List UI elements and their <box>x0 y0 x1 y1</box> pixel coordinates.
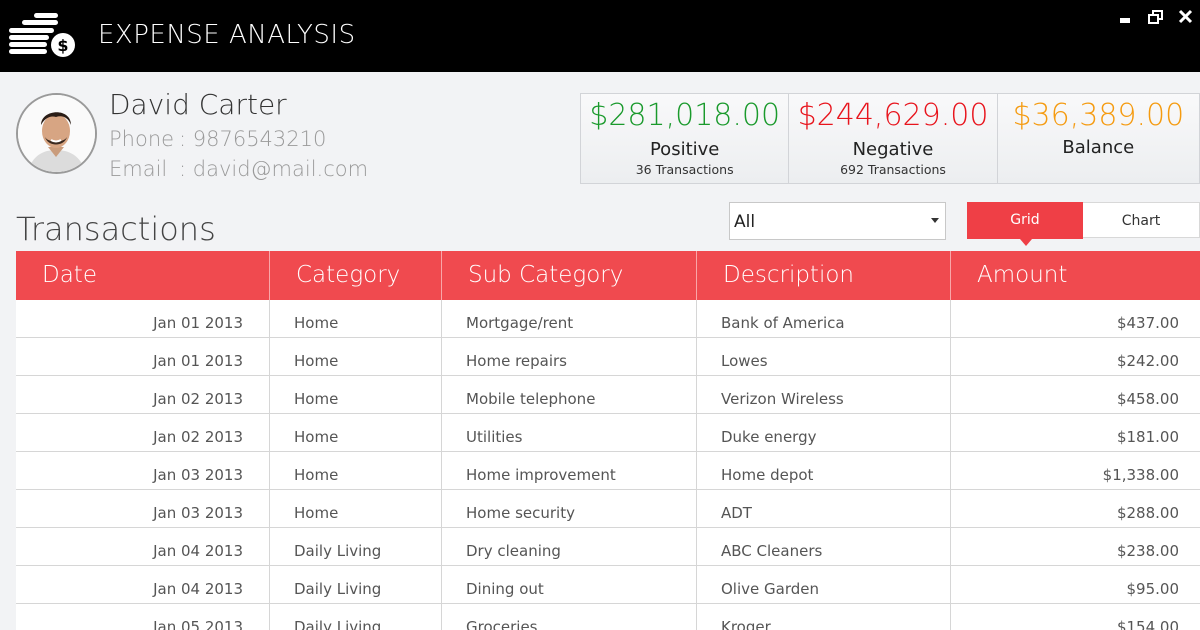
balance-label: Balance <box>1062 137 1135 158</box>
table-row[interactable]: Jan 01 2013 Home Home repairs Lowes $242.00 <box>16 338 1200 376</box>
view-toggle: Grid Chart <box>967 202 1200 246</box>
cell-category: Daily Living <box>270 566 442 603</box>
cell-date: Jan 04 2013 <box>16 528 270 565</box>
category-filter-dropdown[interactable]: All <box>729 202 946 240</box>
phone-value: : 9876543210 <box>179 127 327 151</box>
phone-label: Phone <box>109 127 175 151</box>
positive-count: 36 Transactions <box>635 162 734 177</box>
column-header-amount[interactable]: Amount <box>951 251 1200 300</box>
cell-sub-category: Mobile telephone <box>442 376 697 413</box>
cell-amount: $1,338.00 <box>1102 466 1179 484</box>
coins-logo-icon: $ <box>9 13 75 57</box>
grid-header: Date Category Sub Category Description A… <box>16 251 1200 300</box>
grid-body: Jan 01 2013 Home Mortgage/rent Bank of Amer… <box>16 300 1200 630</box>
cell-description: Kroger <box>697 604 951 630</box>
cell-date: Jan 02 2013 <box>16 376 270 413</box>
cell-category: Home <box>270 376 442 413</box>
grid-view-button[interactable]: Grid <box>967 202 1083 246</box>
cell-date: Jan 03 2013 <box>16 452 270 489</box>
cell-sub-category: Dry cleaning <box>442 528 697 565</box>
positive-card: $281,018.00 Positive 36 Transactions <box>581 94 790 183</box>
cell-sub-category: Home repairs <box>442 338 697 375</box>
cell-date: Jan 01 2013 <box>16 300 270 337</box>
cell-amount: $154.00 <box>1116 618 1179 630</box>
cell-date: Jan 02 2013 <box>16 414 270 451</box>
transactions-title: Transactions <box>16 210 216 248</box>
cell-sub-category: Utilities <box>442 414 697 451</box>
transactions-grid: Date Category Sub Category Description A… <box>16 251 1200 630</box>
table-row[interactable]: Jan 01 2013 Home Mortgage/rent Bank of Amer… <box>16 300 1200 338</box>
table-row[interactable]: Jan 04 2013 Daily Living Dry cleaning ABC C… <box>16 528 1200 566</box>
cell-date: Jan 04 2013 <box>16 566 270 603</box>
positive-amount: $281,018.00 <box>589 98 781 133</box>
negative-card: $244,629.00 Negative 692 Transactions <box>789 94 998 183</box>
cell-sub-category: Groceries <box>442 604 697 630</box>
cell-amount: $238.00 <box>1116 542 1179 560</box>
cell-description: Duke energy <box>697 414 951 451</box>
negative-count: 692 Transactions <box>840 162 946 177</box>
chart-view-button[interactable]: Chart <box>1083 203 1199 237</box>
table-row[interactable]: Jan 02 2013 Home Utilities Duke energy $181.… <box>16 414 1200 452</box>
phone-line: Phone: 9876543210 <box>109 127 326 151</box>
cell-amount: $288.00 <box>1116 504 1179 522</box>
cell-amount: $437.00 <box>1116 314 1179 332</box>
cell-amount: $181.00 <box>1116 428 1179 446</box>
table-row[interactable]: Jan 03 2013 Home Home security ADT $288.00 <box>16 490 1200 528</box>
user-photo-icon <box>18 95 95 172</box>
email-value: : david@mail.com <box>179 157 369 181</box>
cell-description: Verizon Wireless <box>697 376 951 413</box>
cell-date: Jan 01 2013 <box>16 338 270 375</box>
cell-sub-category: Home security <box>442 490 697 527</box>
cell-description: Bank of America <box>697 300 951 337</box>
cell-description: ADT <box>697 490 951 527</box>
cell-sub-category: Mortgage/rent <box>442 300 697 337</box>
email-line: Email : david@mail.com <box>109 157 368 181</box>
column-header-date[interactable]: Date <box>16 251 270 300</box>
cell-date: Jan 03 2013 <box>16 490 270 527</box>
cell-sub-category: Home improvement <box>442 452 697 489</box>
negative-label: Negative <box>852 139 934 160</box>
cell-category: Daily Living <box>270 604 442 630</box>
avatar <box>16 93 97 174</box>
email-label: Email <box>109 157 168 181</box>
cell-category: Home <box>270 300 442 337</box>
cell-category: Daily Living <box>270 528 442 565</box>
balance-card: $36,389.00 Balance <box>997 94 1199 183</box>
summary-cards: $281,018.00 Positive 36 Transactions $24… <box>580 93 1200 184</box>
column-header-category[interactable]: Category <box>270 251 442 300</box>
cell-description: Home depot <box>697 452 951 489</box>
cell-description: ABC Cleaners <box>697 528 951 565</box>
svg-text:$: $ <box>57 36 68 55</box>
cell-description: Lowes <box>697 338 951 375</box>
negative-amount: $244,629.00 <box>797 98 989 133</box>
column-header-description[interactable]: Description <box>697 251 951 300</box>
close-icon[interactable] <box>1176 8 1196 26</box>
user-name: David Carter <box>109 88 287 121</box>
app-title: EXPENSE ANALYSIS <box>98 20 356 50</box>
cell-amount: $458.00 <box>1116 390 1179 408</box>
cell-amount: $242.00 <box>1116 352 1179 370</box>
cell-category: Home <box>270 414 442 451</box>
cell-category: Home <box>270 452 442 489</box>
column-header-sub-category[interactable]: Sub Category <box>442 251 697 300</box>
positive-label: Positive <box>649 139 720 160</box>
table-row[interactable]: Jan 05 2013 Daily Living Groceries Kroger $1… <box>16 604 1200 630</box>
minimize-icon[interactable] <box>1116 8 1136 26</box>
cell-category: Home <box>270 338 442 375</box>
title-bar: $ EXPENSE ANALYSIS <box>0 0 1200 72</box>
cell-description: Olive Garden <box>697 566 951 603</box>
cell-category: Home <box>270 490 442 527</box>
filter-selected-value: All <box>734 212 756 232</box>
table-row[interactable]: Jan 03 2013 Home Home improvement Home depo… <box>16 452 1200 490</box>
table-row[interactable]: Jan 02 2013 Home Mobile telephone Verizon W… <box>16 376 1200 414</box>
restore-icon[interactable] <box>1146 8 1166 26</box>
cell-amount: $95.00 <box>1126 580 1180 598</box>
balance-amount: $36,389.00 <box>1012 98 1185 133</box>
cell-sub-category: Dining out <box>442 566 697 603</box>
chevron-down-icon <box>931 218 939 223</box>
cell-date: Jan 05 2013 <box>16 604 270 630</box>
table-row[interactable]: Jan 04 2013 Daily Living Dining out Olive G… <box>16 566 1200 604</box>
